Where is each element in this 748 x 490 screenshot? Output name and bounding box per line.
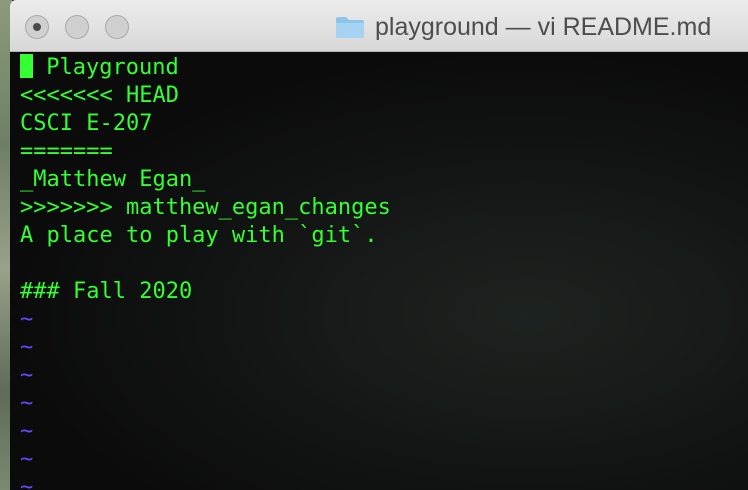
- window-title: playground — vi README.md: [335, 12, 711, 42]
- zoom-button[interactable]: [105, 15, 129, 39]
- editor-line[interactable]: [20, 250, 748, 278]
- text-cursor: [20, 54, 33, 78]
- empty-line-marker: ~: [20, 391, 34, 416]
- close-button[interactable]: [25, 15, 49, 39]
- editor-line[interactable]: ### Fall 2020: [20, 278, 748, 306]
- empty-line-marker: ~: [20, 475, 34, 490]
- empty-line-marker: ~: [20, 447, 34, 472]
- editor-line[interactable]: <<<<<<< HEAD: [20, 82, 748, 110]
- line-text: Playground: [33, 55, 179, 80]
- editor-line[interactable]: _Matthew Egan_: [20, 166, 748, 194]
- editor-line[interactable]: Playground: [20, 54, 748, 82]
- minimize-button[interactable]: [65, 15, 89, 39]
- window-title-text: playground — vi README.md: [375, 12, 712, 41]
- title-bar[interactable]: playground — vi README.md: [10, 0, 748, 52]
- empty-line-marker: ~: [20, 307, 34, 332]
- empty-line-marker: ~: [20, 419, 34, 444]
- terminal-window: playground — vi README.md Playground <<<…: [10, 0, 748, 490]
- empty-line-marker: ~: [20, 363, 34, 388]
- vi-editor[interactable]: Playground <<<<<<< HEAD CSCI E-207 =====…: [10, 52, 748, 490]
- folder-icon: [336, 17, 364, 38]
- editor-line[interactable]: =======: [20, 138, 748, 166]
- empty-line-marker: ~: [20, 335, 34, 360]
- editor-line[interactable]: A place to play with `git`.: [20, 222, 748, 250]
- editor-line[interactable]: >>>>>>> matthew_egan_changes: [20, 194, 748, 222]
- editor-line[interactable]: CSCI E-207: [20, 110, 748, 138]
